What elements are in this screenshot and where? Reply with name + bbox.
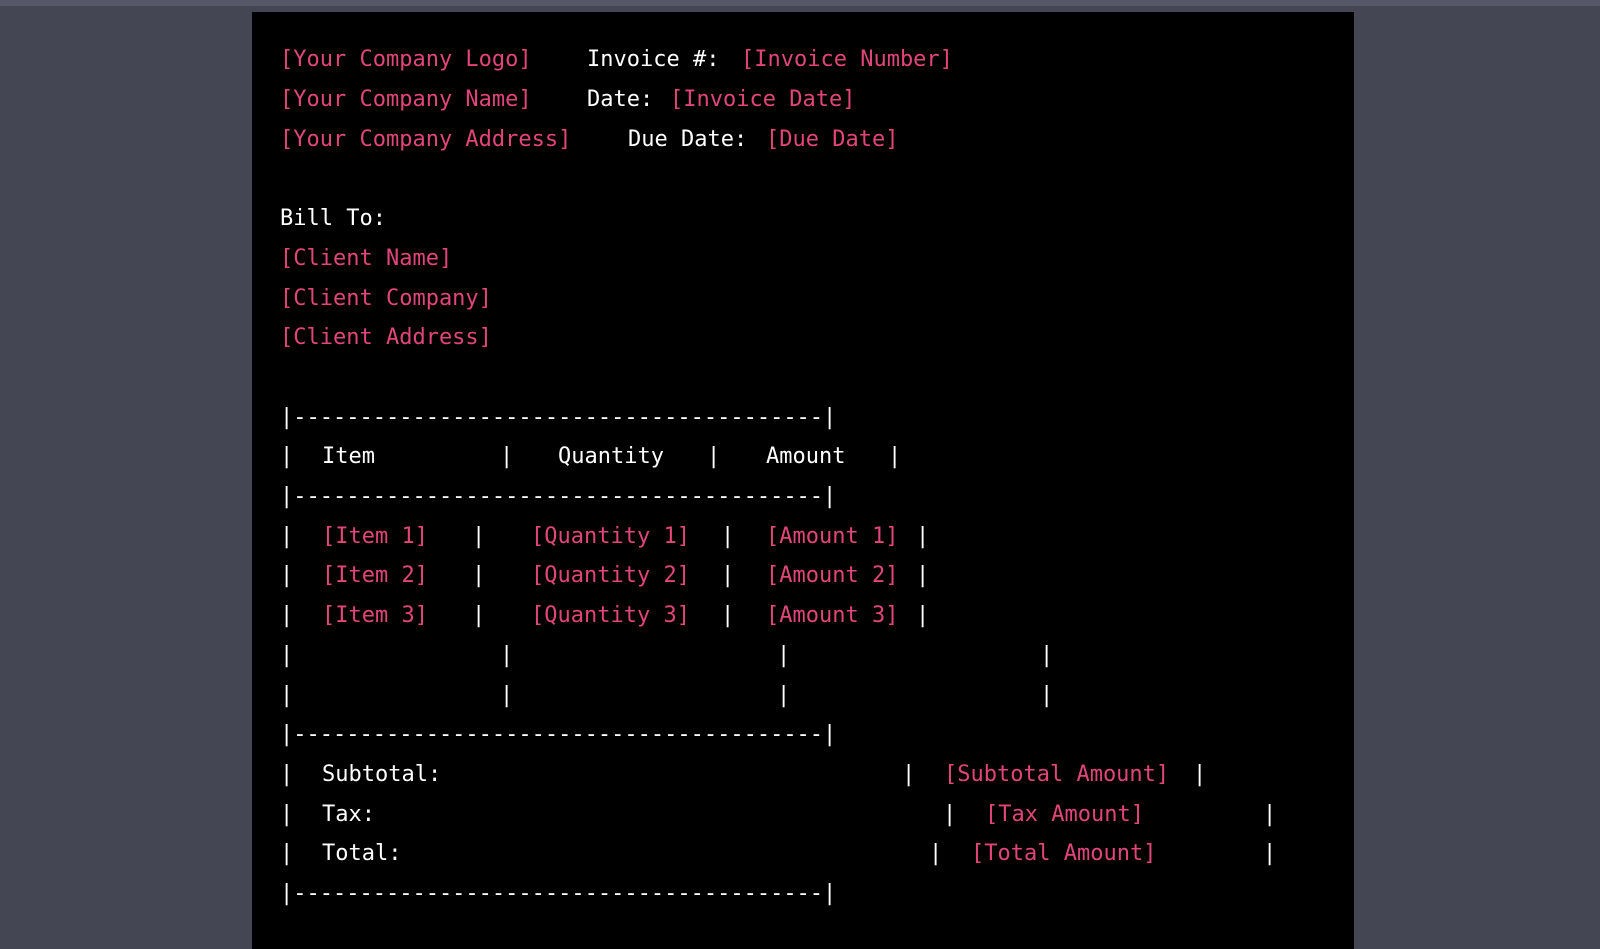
table-bar: |: [280, 563, 294, 588]
total-label: Total:: [322, 841, 402, 866]
column-header-quantity: Quantity: [558, 444, 664, 469]
table-bar: |: [500, 683, 514, 708]
quantity-3-placeholder: [Quantity 3]: [531, 603, 690, 628]
table-bar: |: [916, 524, 930, 549]
quantity-1-placeholder: [Quantity 1]: [531, 524, 690, 549]
subtotal-amount-placeholder: [Subtotal Amount]: [944, 762, 1170, 787]
subtotal-label: Subtotal:: [322, 762, 442, 787]
table-bar: |: [721, 524, 735, 549]
tax-label: Tax:: [322, 802, 375, 827]
table-bar: |: [721, 563, 735, 588]
due-date-label: Due Date:: [628, 127, 748, 152]
amount-1-placeholder: [Amount 1]: [766, 524, 899, 549]
table-bar: |: [1263, 802, 1277, 827]
table-bar: |: [1193, 762, 1207, 787]
column-header-amount: Amount: [766, 444, 846, 469]
client-address-placeholder: [Client Address]: [280, 325, 492, 350]
table-bar: |: [280, 524, 294, 549]
company-address-placeholder: [Your Company Address]: [280, 127, 572, 152]
total-amount-placeholder: [Total Amount]: [971, 841, 1157, 866]
table-top-rule: |---------------------------------------…: [280, 405, 837, 430]
table-bar: |: [707, 444, 721, 469]
company-logo-placeholder: [Your Company Logo]: [280, 47, 532, 72]
table-bar: |: [500, 643, 514, 668]
table-bar: |: [280, 841, 294, 866]
item-1-placeholder: [Item 1]: [322, 524, 428, 549]
table-bar: |: [472, 603, 486, 628]
table-bottom-rule: |---------------------------------------…: [280, 881, 837, 906]
table-bar: |: [943, 802, 957, 827]
table-bar: |: [902, 762, 916, 787]
code-block: [Your Company Logo] Invoice #: [Invoice …: [252, 12, 1354, 949]
invoice-number-label: Invoice #:: [587, 47, 720, 72]
table-bar: |: [1040, 683, 1054, 708]
table-bar: |: [888, 444, 902, 469]
date-label: Date:: [587, 87, 654, 112]
amount-3-placeholder: [Amount 3]: [766, 603, 899, 628]
table-bar: |: [916, 563, 930, 588]
top-border: [0, 0, 1600, 6]
table-bar: |: [472, 563, 486, 588]
client-company-placeholder: [Client Company]: [280, 286, 492, 311]
table-bar: |: [777, 683, 791, 708]
invoice-date-placeholder: [Invoice Date]: [670, 87, 856, 112]
table-bar: |: [280, 603, 294, 628]
table-bar: |: [1263, 841, 1277, 866]
table-bar: |: [721, 603, 735, 628]
bill-to-label: Bill To:: [280, 206, 386, 231]
client-name-placeholder: [Client Name]: [280, 246, 453, 271]
invoice-template: [Your Company Logo] Invoice #: [Invoice …: [252, 12, 1354, 949]
due-date-placeholder: [Due Date]: [766, 127, 899, 152]
table-bar: |: [916, 603, 930, 628]
tax-amount-placeholder: [Tax Amount]: [985, 802, 1144, 827]
item-3-placeholder: [Item 3]: [322, 603, 428, 628]
column-header-item: Item: [322, 444, 375, 469]
table-bar: |: [929, 841, 943, 866]
table-body-rule: |---------------------------------------…: [280, 722, 837, 747]
table-bar: |: [472, 524, 486, 549]
table-bar: |: [777, 643, 791, 668]
table-bar: |: [1040, 643, 1054, 668]
table-bar: |: [500, 444, 514, 469]
item-2-placeholder: [Item 2]: [322, 563, 428, 588]
table-bar: |: [280, 802, 294, 827]
invoice-number-placeholder: [Invoice Number]: [741, 47, 953, 72]
table-bar: |: [280, 762, 294, 787]
table-bar: |: [280, 683, 294, 708]
quantity-2-placeholder: [Quantity 2]: [531, 563, 690, 588]
company-name-placeholder: [Your Company Name]: [280, 87, 532, 112]
amount-2-placeholder: [Amount 2]: [766, 563, 899, 588]
table-bar: |: [280, 444, 294, 469]
table-bar: |: [280, 643, 294, 668]
table-header-rule: |---------------------------------------…: [280, 484, 837, 509]
